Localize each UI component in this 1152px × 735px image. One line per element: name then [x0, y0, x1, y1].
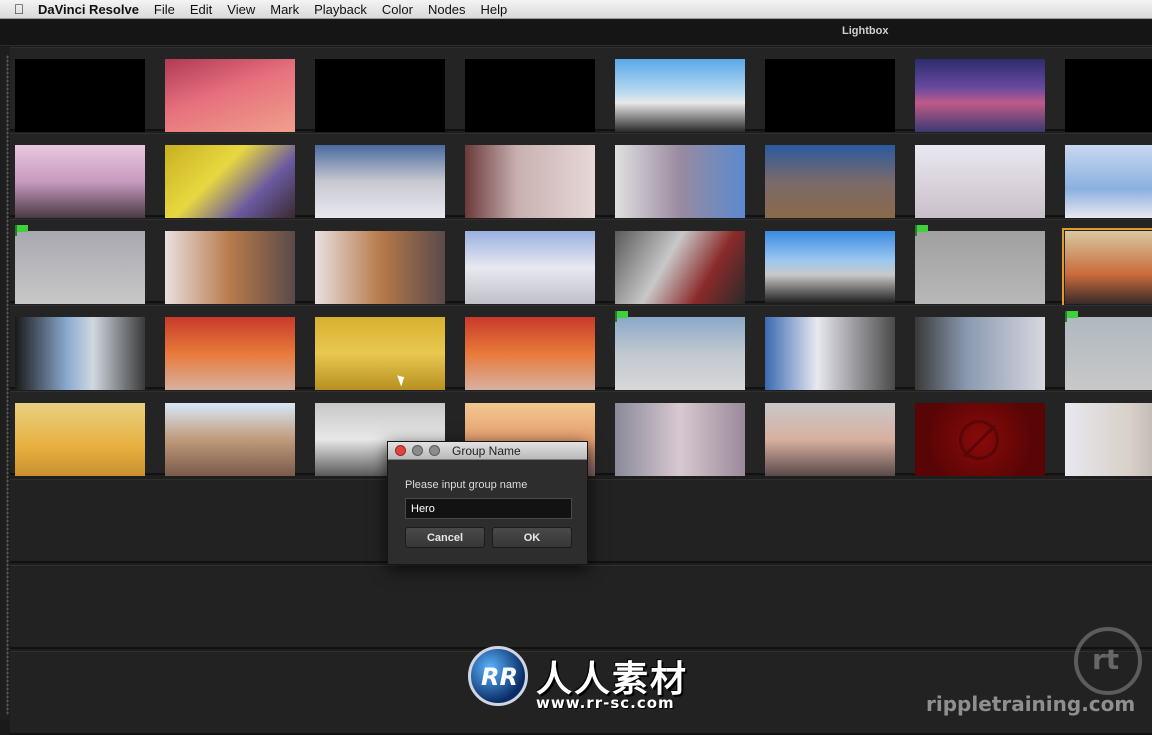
menu-playback[interactable]: Playback [314, 2, 367, 17]
menu-mark[interactable]: Mark [270, 2, 299, 17]
clip-thumbnail[interactable] [315, 59, 445, 132]
clip-thumbnail[interactable] [915, 317, 1045, 390]
ripple-watermark-text: rippletraining.com [926, 692, 1136, 716]
cancel-button[interactable]: Cancel [405, 527, 485, 548]
clip-thumbnail[interactable] [465, 59, 595, 132]
lightbox-panel [0, 47, 1152, 735]
clip-thumbnail[interactable] [615, 145, 745, 218]
clip-thumbnail[interactable] [1065, 403, 1152, 476]
empty-row [10, 565, 1152, 649]
clip-thumbnail[interactable] [765, 59, 895, 132]
app-menu[interactable]: DaVinci Resolve [38, 2, 139, 17]
menu-nodes[interactable]: Nodes [428, 2, 466, 17]
menu-edit[interactable]: Edit [190, 2, 212, 17]
clip-thumbnail[interactable] [165, 231, 295, 304]
clip-thumbnail[interactable] [315, 145, 445, 218]
green-flag-icon [15, 225, 29, 236]
group-name-input[interactable] [405, 498, 572, 519]
menu-help[interactable]: Help [481, 2, 508, 17]
lightbox-row [10, 219, 1152, 307]
apple-icon[interactable]:  [0, 1, 38, 17]
ripple-logo-mark: rt [1092, 643, 1120, 676]
clip-thumbnail[interactable] [165, 403, 295, 476]
clip-thumbnail[interactable] [165, 317, 295, 390]
clip-thumbnail[interactable] [765, 403, 895, 476]
green-flag-icon [615, 311, 629, 322]
clip-thumbnail[interactable] [915, 59, 1045, 132]
watermark-url: www.rr-sc.com [536, 694, 675, 712]
clip-thumbnail[interactable] [765, 231, 895, 304]
lightbox-row [10, 133, 1152, 218]
ok-button[interactable]: OK [492, 527, 572, 548]
clip-thumbnail[interactable] [615, 311, 745, 390]
group-name-prompt: Please input group name [405, 479, 528, 491]
clip-thumbnail[interactable] [915, 145, 1045, 218]
clip-thumbnail[interactable] [315, 231, 445, 304]
clip-thumbnail[interactable] [1065, 311, 1152, 390]
ripple-logo-icon: rt [1074, 627, 1142, 695]
rr-logo-icon: RR [468, 646, 528, 706]
clip-thumbnail[interactable] [615, 59, 745, 132]
clip-thumbnail[interactable] [15, 403, 145, 476]
rr-logo-text: RR [481, 663, 518, 691]
menu-color[interactable]: Color [382, 2, 413, 17]
clip-thumbnail[interactable] [615, 231, 745, 304]
menu-view[interactable]: View [227, 2, 255, 17]
clip-thumbnail[interactable] [465, 145, 595, 218]
clip-thumbnail[interactable] [1065, 145, 1152, 218]
close-icon[interactable] [395, 445, 406, 456]
clip-thumbnail[interactable] [465, 317, 595, 390]
clip-thumbnail[interactable] [15, 225, 145, 304]
clip-thumbnail[interactable] [315, 317, 445, 390]
clip-thumbnail[interactable] [165, 59, 295, 132]
clip-thumbnail[interactable] [615, 403, 745, 476]
clip-thumbnail[interactable] [915, 225, 1045, 304]
dialog-title: Group Name [452, 444, 521, 458]
dialog-titlebar[interactable]: Group Name [388, 442, 587, 460]
lightbox-row [10, 47, 1152, 132]
clip-thumbnail[interactable] [1065, 59, 1152, 132]
offline-media-icon [959, 420, 999, 460]
green-flag-icon [1065, 311, 1079, 322]
window-titlebar: Lightbox [0, 20, 1152, 46]
clip-thumbnail[interactable] [765, 317, 895, 390]
menu-file[interactable]: File [154, 2, 175, 17]
group-name-dialog: Group Name Please input group name Cance… [387, 441, 588, 565]
minimize-icon[interactable] [412, 445, 423, 456]
lightbox-row [10, 305, 1152, 390]
mac-menubar:  DaVinci Resolve File Edit View Mark Pl… [0, 0, 1152, 19]
window-title: Lightbox [842, 25, 889, 37]
scroll-handle[interactable] [6, 55, 9, 715]
zoom-icon[interactable] [429, 445, 440, 456]
clip-thumbnail[interactable] [165, 145, 295, 218]
clip-thumbnail[interactable] [465, 231, 595, 304]
clip-thumbnail[interactable] [15, 59, 145, 132]
clip-thumbnail[interactable] [1062, 228, 1152, 307]
green-flag-icon [915, 225, 929, 236]
clip-thumbnail[interactable] [915, 403, 1045, 476]
clip-thumbnail[interactable] [15, 145, 145, 218]
clip-thumbnail[interactable] [15, 317, 145, 390]
clip-thumbnail[interactable] [765, 145, 895, 218]
